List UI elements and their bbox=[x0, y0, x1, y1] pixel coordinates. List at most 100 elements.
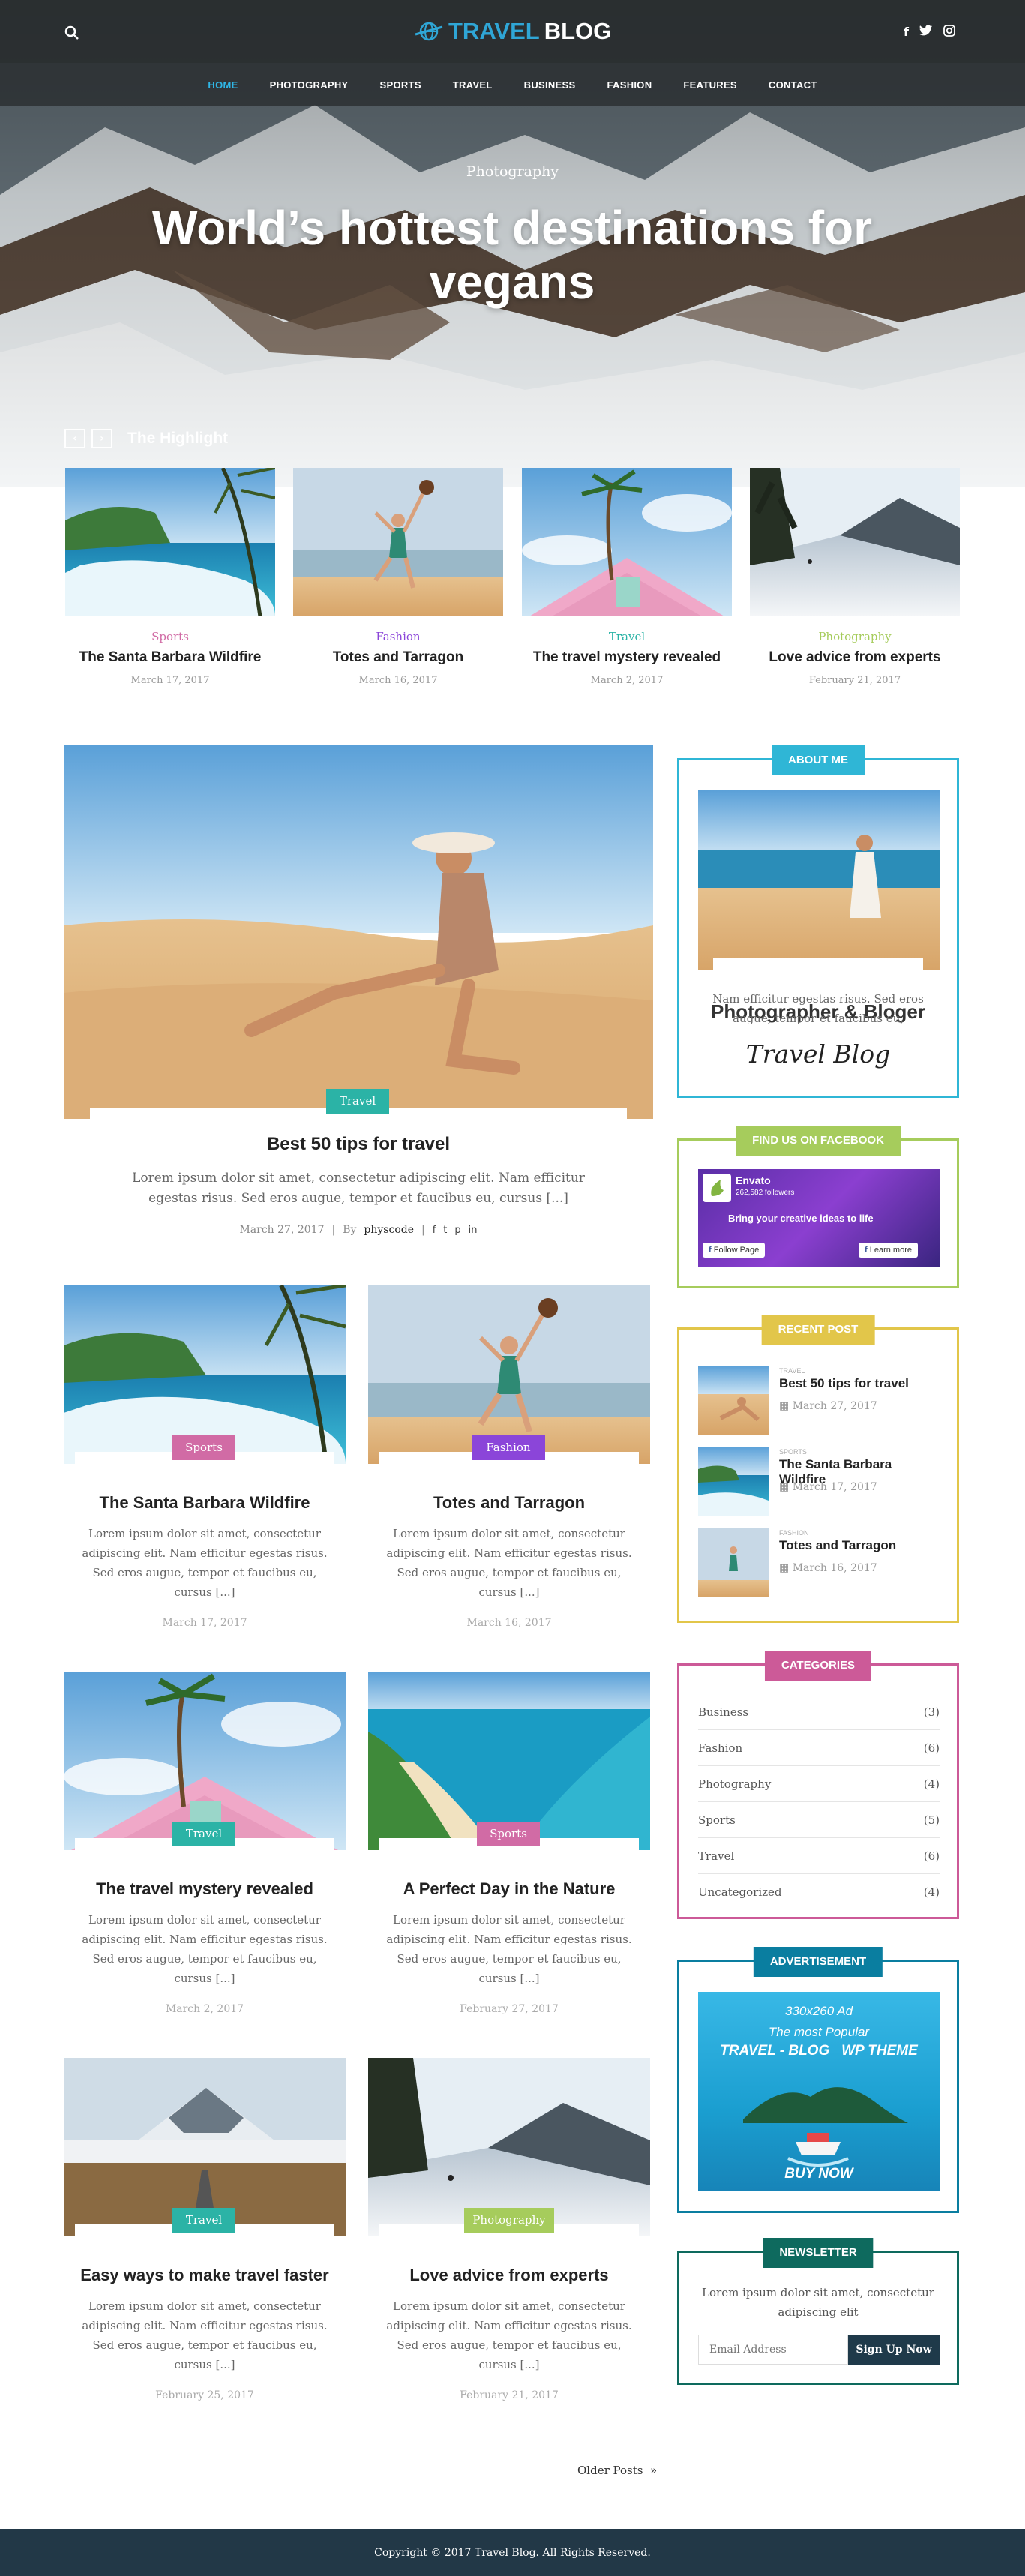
highlight-card[interactable]: Fashion Totes and Tarragon March 16, 201… bbox=[293, 468, 503, 686]
linkedin-icon[interactable]: in bbox=[469, 1225, 478, 1236]
nav-home[interactable]: HOME bbox=[208, 79, 238, 91]
nav-travel[interactable]: TRAVEL bbox=[453, 79, 493, 91]
sign-up-button[interactable]: Sign Up Now bbox=[848, 2335, 940, 2365]
facebook-icon[interactable]: f bbox=[904, 25, 909, 40]
highlight-image[interactable] bbox=[65, 468, 275, 616]
older-posts-link[interactable]: Older Posts » bbox=[577, 2464, 657, 2477]
post-card[interactable]: Photography Love advice from experts Lor… bbox=[368, 2058, 650, 2401]
post-card[interactable]: Travel The travel mystery revealed Lorem… bbox=[64, 1672, 346, 2015]
post-card[interactable]: Sports A Perfect Day in the Nature Lorem… bbox=[368, 1672, 650, 2015]
category-item[interactable]: Travel (6) bbox=[698, 1838, 940, 1874]
featured-author[interactable]: physcode bbox=[364, 1224, 414, 1236]
category-item[interactable]: Photography (4) bbox=[698, 1766, 940, 1802]
instagram-icon[interactable] bbox=[943, 25, 955, 40]
nav-features[interactable]: FEATURES bbox=[683, 79, 737, 91]
category-item[interactable]: Business (3) bbox=[698, 1694, 940, 1730]
highlight-title[interactable]: The travel mystery revealed bbox=[522, 649, 732, 666]
highlight-title[interactable]: Love advice from experts bbox=[750, 649, 960, 666]
facebook-heading: FIND US ON FACEBOOK bbox=[736, 1126, 901, 1156]
recent-thumb[interactable] bbox=[698, 1528, 769, 1597]
recent-title[interactable]: Totes and Tarragon bbox=[779, 1538, 896, 1553]
post-title[interactable]: A Perfect Day in the Nature bbox=[368, 1879, 650, 1900]
highlight-title[interactable]: Totes and Tarragon bbox=[293, 649, 503, 666]
facebook-page-preview[interactable]: Envato 262,582 followers Bring your crea… bbox=[698, 1169, 940, 1267]
post-title[interactable]: The Santa Barbara Wildfire bbox=[64, 1492, 346, 1513]
post-badge[interactable]: Photography bbox=[464, 2208, 554, 2233]
highlight-card[interactable]: Sports The Santa Barbara Wildfire March … bbox=[65, 468, 275, 686]
recent-category[interactable]: Sports bbox=[779, 1448, 807, 1456]
recent-post-item[interactable]: Travel Best 50 tips for travel ▦ March 2… bbox=[698, 1366, 938, 1438]
nav-photography[interactable]: PHOTOGRAPHY bbox=[270, 79, 349, 91]
post-date: February 21, 2017 bbox=[460, 2389, 559, 2401]
recent-thumb[interactable] bbox=[698, 1447, 769, 1516]
post-badge[interactable]: Travel bbox=[172, 2208, 235, 2233]
post-excerpt: Lorem ipsum dolor sit amet, consectetur … bbox=[386, 1913, 632, 1985]
highlight-category[interactable]: Sports bbox=[65, 630, 275, 643]
post-excerpt: Lorem ipsum dolor sit amet, consectetur … bbox=[82, 1527, 328, 1599]
highlight-card[interactable]: Photography Love advice from experts Feb… bbox=[750, 468, 960, 686]
categories-heading: CATEGORIES bbox=[764, 1651, 872, 1681]
fb-learn-more-button[interactable]: f Learn more bbox=[859, 1243, 918, 1258]
highlight-category[interactable]: Travel bbox=[522, 630, 732, 643]
post-card[interactable]: Sports The Santa Barbara Wildfire Lorem … bbox=[64, 1285, 346, 1629]
fb-page-name[interactable]: Envato bbox=[736, 1174, 771, 1186]
ad-size-label: 330x260 Ad bbox=[784, 2004, 853, 2018]
recent-post-item[interactable]: Fashion Totes and Tarragon ▦ March 16, 2… bbox=[698, 1528, 938, 1600]
nav-sports[interactable]: SPORTS bbox=[380, 79, 421, 91]
recent-category[interactable]: Travel bbox=[779, 1367, 805, 1375]
nav-business[interactable]: BUSINESS bbox=[524, 79, 576, 91]
next-arrow-icon[interactable]: › bbox=[91, 429, 112, 448]
post-card[interactable]: Travel Easy ways to make travel faster L… bbox=[64, 2058, 346, 2401]
recent-post-item[interactable]: Sports The Santa Barbara Wildfire ▦ Marc… bbox=[698, 1447, 938, 1519]
featured-title[interactable]: Best 50 tips for travel bbox=[64, 1134, 653, 1155]
facebook-icon: f bbox=[709, 1246, 714, 1255]
ad-buy-now[interactable]: BUY NOW bbox=[698, 2166, 940, 2182]
logo-text-travel: TRAVEL bbox=[448, 18, 540, 44]
highlight-title[interactable]: The Santa Barbara Wildfire bbox=[65, 649, 275, 666]
about-excerpt: Nam efficitur egestas risus. Sed eros au… bbox=[712, 992, 924, 1025]
facebook-icon[interactable]: f bbox=[433, 1225, 436, 1236]
post-card[interactable]: Fashion Totes and Tarragon Lorem ipsum d… bbox=[368, 1285, 650, 1629]
post-title[interactable]: Easy ways to make travel faster bbox=[64, 2265, 346, 2286]
featured-excerpt: Lorem ipsum dolor sit amet, consectetur … bbox=[132, 1171, 585, 1206]
twitter-icon[interactable] bbox=[919, 25, 933, 40]
twitter-icon[interactable]: t bbox=[443, 1225, 447, 1236]
fb-follow-button[interactable]: f Follow Page bbox=[703, 1243, 766, 1258]
prev-arrow-icon[interactable]: ‹ bbox=[64, 429, 85, 448]
post-title[interactable]: Love advice from experts bbox=[368, 2265, 650, 2286]
site-logo[interactable]: TRAVEL BLOG bbox=[414, 16, 611, 46]
nav-contact[interactable]: CONTACT bbox=[769, 79, 817, 91]
post-date: February 25, 2017 bbox=[155, 2389, 254, 2401]
search-icon[interactable] bbox=[64, 25, 79, 43]
highlight-header: ‹ › The Highlight bbox=[64, 429, 228, 448]
post-title[interactable]: The travel mystery revealed bbox=[64, 1879, 346, 1900]
nav-fashion[interactable]: FASHION bbox=[607, 79, 652, 91]
email-field[interactable] bbox=[698, 2335, 848, 2365]
hero-title[interactable]: World’s hottest destinations for vegans bbox=[137, 201, 887, 309]
post-badge[interactable]: Sports bbox=[172, 1435, 235, 1460]
highlight-category[interactable]: Fashion bbox=[293, 630, 503, 643]
facebook-widget: FIND US ON FACEBOOK Envato 262,582 follo… bbox=[677, 1126, 959, 1288]
post-badge[interactable]: Travel bbox=[172, 1822, 235, 1846]
hero-category[interactable]: Photography bbox=[0, 163, 1025, 180]
category-item[interactable]: Uncategorized (4) bbox=[698, 1874, 940, 1910]
category-item[interactable]: Fashion (6) bbox=[698, 1730, 940, 1766]
category-item[interactable]: Sports (5) bbox=[698, 1802, 940, 1838]
featured-image[interactable] bbox=[64, 745, 653, 1119]
highlight-card[interactable]: Travel The travel mystery revealed March… bbox=[522, 468, 732, 686]
recent-category[interactable]: Fashion bbox=[779, 1529, 809, 1537]
post-title[interactable]: Totes and Tarragon bbox=[368, 1492, 650, 1513]
highlight-date: March 16, 2017 bbox=[358, 675, 438, 686]
post-badge[interactable]: Fashion bbox=[472, 1435, 545, 1460]
highlight-image[interactable] bbox=[750, 468, 960, 616]
featured-badge[interactable]: Travel bbox=[326, 1089, 389, 1114]
post-badge[interactable]: Sports bbox=[477, 1822, 540, 1846]
fb-followers: 262,582 followers bbox=[736, 1189, 795, 1197]
recent-title[interactable]: Best 50 tips for travel bbox=[779, 1376, 909, 1391]
pinterest-icon[interactable]: p bbox=[454, 1225, 460, 1236]
recent-thumb[interactable] bbox=[698, 1366, 769, 1435]
ad-banner[interactable]: 330x260 Ad The most Popular TRAVEL - BLO… bbox=[698, 1992, 940, 2191]
highlight-category[interactable]: Photography bbox=[750, 630, 960, 643]
highlight-image[interactable] bbox=[293, 468, 503, 616]
highlight-image[interactable] bbox=[522, 468, 732, 616]
